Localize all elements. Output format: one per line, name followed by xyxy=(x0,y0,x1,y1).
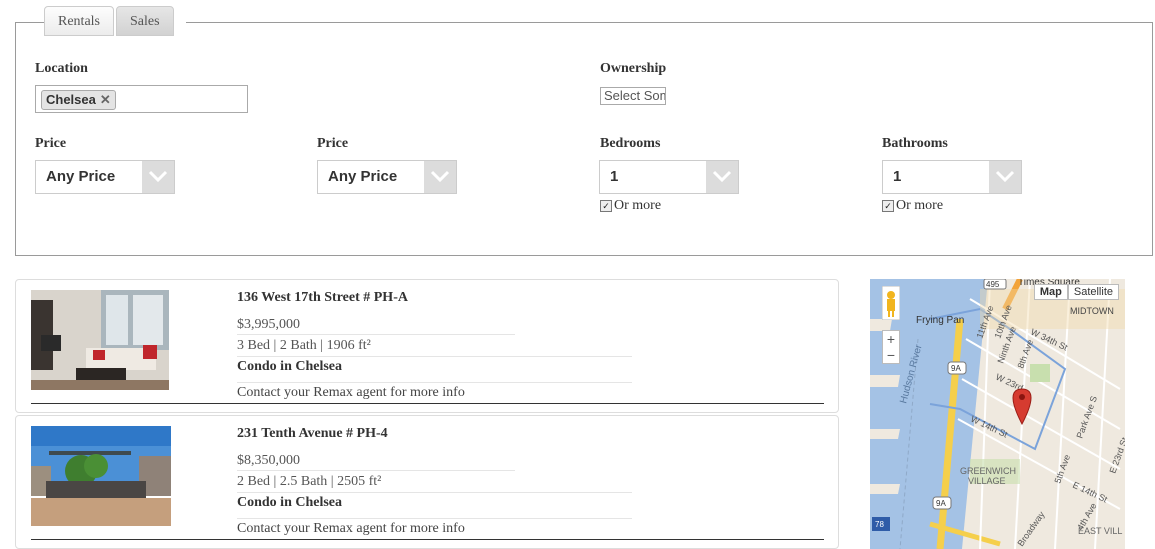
map-type-satellite-button[interactable]: Satellite xyxy=(1067,284,1119,300)
divider xyxy=(237,518,632,519)
map-type-control: Map Satellite xyxy=(1033,284,1119,300)
zoom-out-button[interactable]: − xyxy=(883,347,899,363)
map-label: W 34th St xyxy=(1029,327,1069,353)
divider xyxy=(237,492,632,493)
zoom-in-button[interactable]: + xyxy=(883,331,899,347)
map-label: Frying Pan xyxy=(916,315,964,326)
ownership-label: Ownership xyxy=(600,61,667,76)
zoom-control: + − xyxy=(882,330,900,364)
map-type-map-button[interactable]: Map xyxy=(1033,284,1068,300)
bathrooms-value: 1 xyxy=(893,168,902,185)
map-label: VILLAGE xyxy=(968,476,1006,486)
listing-price: $3,995,000 xyxy=(237,317,300,332)
listing-type: Condo in Chelsea xyxy=(237,495,343,510)
chevron-down-icon xyxy=(142,161,174,193)
listing-contact: Contact your Remax agent for more info xyxy=(237,521,465,536)
listing-card[interactable]: 136 West 17th Street # PH-A $3,995,000 3… xyxy=(15,279,839,413)
price-max-value: Any Price xyxy=(328,168,398,185)
listing-price: $8,350,000 xyxy=(237,453,300,468)
map-label: E 23rd St xyxy=(1107,436,1125,475)
map-label: E 14th St xyxy=(1071,480,1109,505)
map-label: Broadway xyxy=(1015,509,1046,548)
location-label: Location xyxy=(35,61,88,76)
listing-specs: 2 Bed | 2.5 Bath | 2505 ft² xyxy=(237,474,382,489)
tab-rentals[interactable]: Rentals xyxy=(44,6,114,36)
divider xyxy=(237,382,632,383)
map-label: MIDTOWN xyxy=(1070,306,1114,316)
search-filters xyxy=(15,22,1153,256)
route-shield: 9A xyxy=(951,364,961,373)
location-chip-label: Chelsea xyxy=(46,92,96,107)
checkmark-icon: ✓ xyxy=(600,200,612,212)
bathrooms-or-more-label: Or more xyxy=(896,198,944,213)
divider xyxy=(237,470,515,471)
listing-type: Condo in Chelsea xyxy=(237,359,343,374)
divider xyxy=(31,539,824,540)
route-shield: 78 xyxy=(875,520,884,529)
remove-chip-icon[interactable]: ✕ xyxy=(100,92,111,107)
map-label: EAST VILL xyxy=(1078,526,1122,536)
price-min-select[interactable]: Any Price xyxy=(35,160,175,194)
listing-title[interactable]: 136 West 17th Street # PH-A xyxy=(237,290,408,306)
divider xyxy=(237,334,515,335)
price-max-select[interactable]: Any Price xyxy=(317,160,457,194)
route-shield: 495 xyxy=(986,280,1000,289)
listing-title[interactable]: 231 Tenth Avenue # PH-4 xyxy=(237,426,388,442)
bedrooms-or-more-label: Or more xyxy=(614,198,662,213)
route-shield: 9A xyxy=(936,499,946,508)
listing-contact: Contact your Remax agent for more info xyxy=(237,385,465,400)
bedrooms-select[interactable]: 1 xyxy=(599,160,739,194)
map-label: Park Ave S xyxy=(1074,395,1099,440)
tab-sales[interactable]: Sales xyxy=(116,6,174,36)
chevron-down-icon xyxy=(424,161,456,193)
divider xyxy=(237,356,632,357)
location-chip: Chelsea ✕ xyxy=(41,90,116,110)
bedrooms-or-more-checkbox[interactable]: ✓ Or more xyxy=(600,198,661,214)
location-input[interactable]: Chelsea ✕ xyxy=(35,85,248,113)
map-label: GREENWICH xyxy=(960,466,1016,476)
listing-photo[interactable] xyxy=(31,290,169,390)
bathrooms-or-more-checkbox[interactable]: ✓ Or more xyxy=(882,198,943,214)
ownership-select[interactable]: Select Some Options xyxy=(600,87,666,105)
map-view[interactable]: Times Square MIDTOWN Frying Pan Hudson R… xyxy=(870,279,1125,549)
listing-type-tabs: Rentals Sales xyxy=(44,6,186,36)
checkmark-icon: ✓ xyxy=(882,200,894,212)
price-min-label: Price xyxy=(35,136,67,151)
bathrooms-select[interactable]: 1 xyxy=(882,160,1022,194)
price-max-label: Price xyxy=(317,136,349,151)
price-min-value: Any Price xyxy=(46,168,116,185)
chevron-down-icon xyxy=(989,161,1021,193)
listing-specs: 3 Bed | 2 Bath | 1906 ft² xyxy=(237,338,371,353)
listing-card[interactable]: 231 Tenth Avenue # PH-4 $8,350,000 2 Bed… xyxy=(15,415,839,549)
listing-photo[interactable] xyxy=(31,426,171,526)
bedrooms-label: Bedrooms xyxy=(600,136,661,151)
divider xyxy=(31,403,824,404)
bedrooms-value: 1 xyxy=(610,168,619,185)
chevron-down-icon xyxy=(706,161,738,193)
bathrooms-label: Bathrooms xyxy=(882,136,948,151)
pegman-icon[interactable] xyxy=(882,286,900,320)
